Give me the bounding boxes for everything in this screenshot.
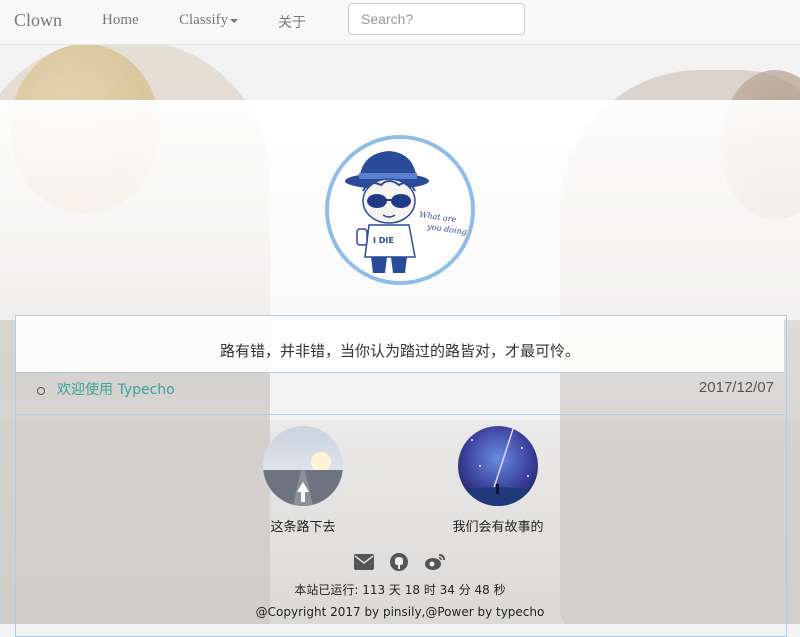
github-icon[interactable] (390, 553, 408, 576)
post-date: 2017/12/07 (698, 379, 774, 396)
navbar: Clown Home Classify 关于 (0, 0, 800, 45)
nav-classify-dropdown[interactable]: Classify (179, 12, 239, 29)
nav-classify-label: Classify (179, 12, 229, 28)
post-row: 欢迎使用 Typecho 2017/12/07 (16, 373, 784, 415)
weibo-icon[interactable] (424, 553, 446, 576)
avatar: I DIE What are you doing (325, 135, 475, 285)
post-title-link[interactable]: 欢迎使用 Typecho (57, 379, 175, 399)
nav-about[interactable]: 关于 (278, 12, 306, 32)
road-image (263, 426, 343, 506)
search-input[interactable] (348, 3, 525, 35)
list-bullet (37, 387, 45, 395)
avatar-shirt-text: I DIE (373, 236, 394, 245)
brand-link[interactable]: Clown (14, 10, 62, 31)
copyright: @Copyright 2017 by pinsily,@Power by typ… (255, 605, 545, 619)
nav-home[interactable]: Home (102, 12, 139, 29)
card-road-label: 这条路下去 (270, 520, 336, 535)
site-runtime: 本站已运行: 113 天 18 时 34 分 48 秒 (294, 583, 506, 597)
social-links (16, 553, 784, 576)
caret-down-icon (230, 18, 239, 23)
starry-sky-image (458, 426, 538, 506)
envelope-icon[interactable] (353, 554, 374, 575)
content-panel: 路有错，并非错，当你认为踏过的路皆对，才最可怜。 欢迎使用 Typecho 20… (15, 315, 787, 637)
quote-row: 路有错，并非错，当你认为踏过的路皆对，才最可怜。 (16, 316, 784, 373)
quote-text: 路有错，并非错，当你认为踏过的路皆对，才最可怜。 (219, 342, 580, 360)
card-story[interactable]: 我们会有故事的 (418, 426, 578, 535)
card-road[interactable]: 这条路下去 (223, 426, 383, 535)
card-story-label: 我们会有故事的 (452, 520, 544, 535)
